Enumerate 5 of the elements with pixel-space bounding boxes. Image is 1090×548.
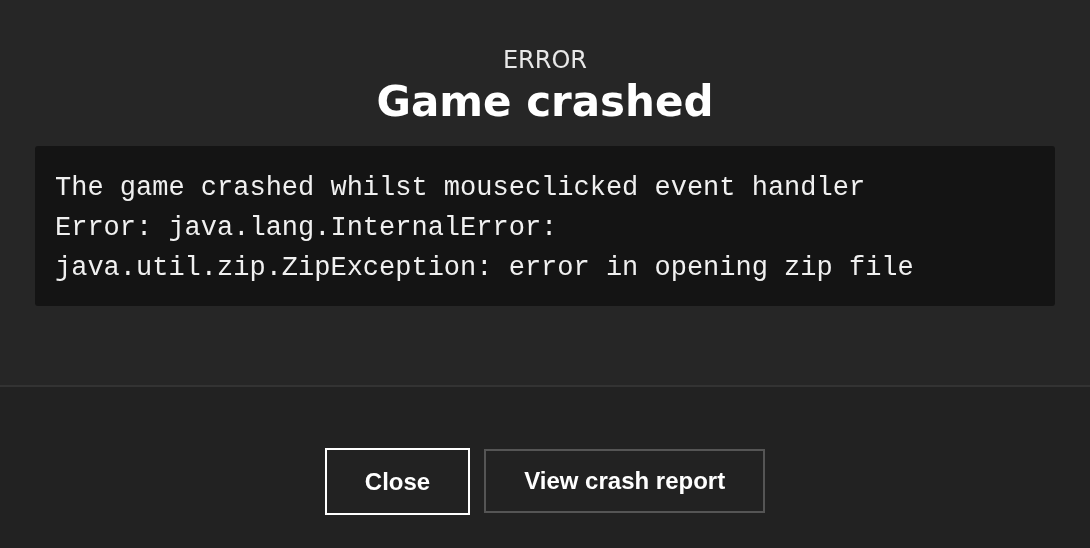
dialog-button[interactable]: Close [324, 448, 471, 515]
error-message: The game crashed whilst mouseclicked event handler Error: java.lang.InternalError: java.util.zip.ZipException: error in opening zip file [35, 146, 1055, 306]
dialog-title: Game crashed [376, 76, 714, 128]
dialog-overline: ERROR [502, 45, 588, 76]
dialog-button[interactable]: View crash report [484, 449, 766, 513]
